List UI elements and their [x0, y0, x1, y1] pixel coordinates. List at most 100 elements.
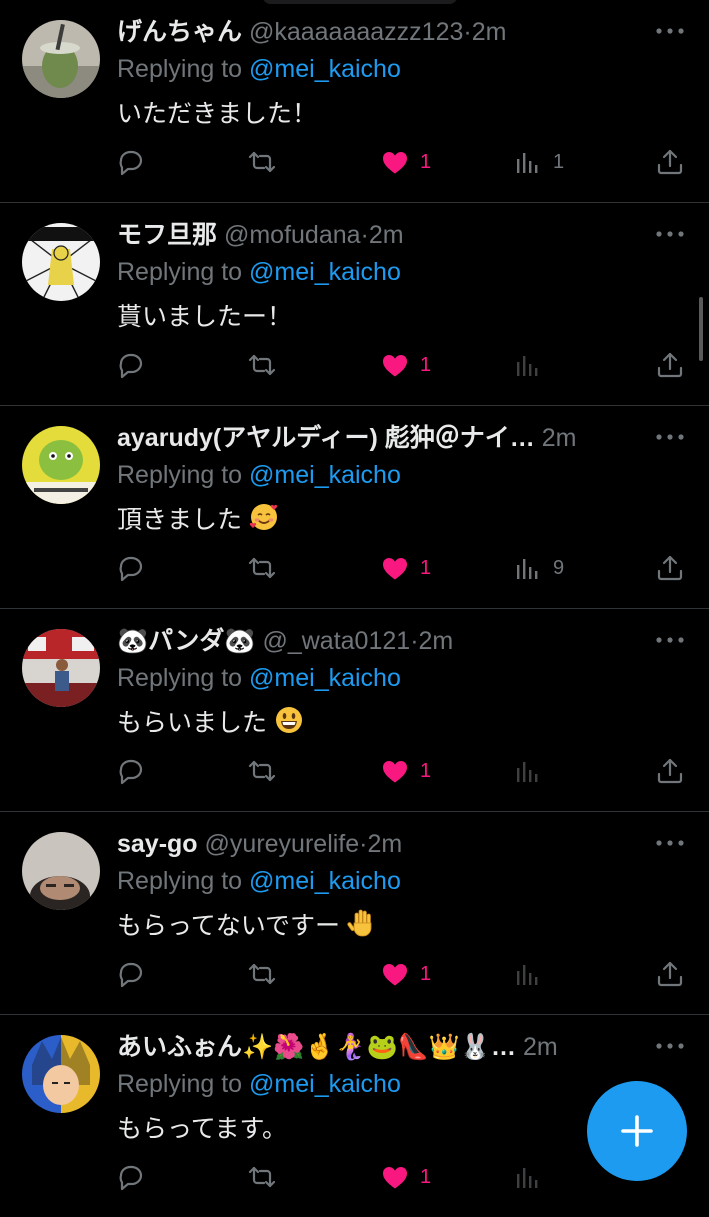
reply-icon	[119, 556, 143, 582]
reply-item[interactable]: モフ旦那 @mofudana·2m Replying to @mei_kaich…	[0, 203, 709, 406]
replying-to-line: Replying to @mei_kaicho	[117, 457, 401, 493]
scrollbar[interactable]	[699, 297, 703, 361]
heart-filled-icon	[383, 558, 407, 580]
share-icon	[657, 352, 683, 378]
more-options-icon[interactable]	[654, 1041, 686, 1051]
timestamp[interactable]: 2m	[523, 1033, 558, 1061]
like-button[interactable]: 1	[380, 751, 431, 791]
timestamp[interactable]: 2m	[369, 221, 404, 249]
share-button[interactable]	[655, 142, 685, 182]
share-button[interactable]	[655, 751, 685, 791]
like-count: 1	[420, 1165, 432, 1188]
reply-header: あいふぉん✨🌺🤞🧜‍♀️🐸👠👑🐰… 2m	[117, 1029, 558, 1065]
mention-link[interactable]: @mei_kaicho	[249, 258, 401, 286]
timestamp[interactable]: 2m	[367, 830, 402, 858]
plus-icon	[621, 1115, 653, 1147]
like-count: 1	[420, 556, 432, 579]
user-handle[interactable]: @mofudana	[224, 221, 361, 249]
reply-item[interactable]: 🐼パンダ🐼 @_wata0121·2m Replying to @mei_kai…	[0, 609, 709, 812]
like-button[interactable]: 1	[380, 548, 431, 588]
avatar[interactable]	[22, 426, 100, 504]
more-options-icon[interactable]	[654, 229, 686, 239]
like-count: 1	[420, 150, 432, 173]
reply-item[interactable]: げんちゃん @kaaaaaaazzz123·2m Replying to @me…	[0, 0, 709, 203]
replying-to-line: Replying to @mei_kaicho	[117, 660, 401, 696]
heart-filled-icon	[383, 1167, 407, 1189]
retweet-button[interactable]	[247, 345, 277, 385]
reply-icon	[119, 759, 143, 785]
like-button[interactable]: 1	[380, 142, 431, 182]
like-button[interactable]: 1	[380, 345, 431, 385]
timestamp[interactable]: 2m	[419, 627, 454, 655]
share-button[interactable]	[655, 548, 685, 588]
action-bar: 1	[0, 751, 709, 791]
more-options-icon[interactable]	[654, 26, 686, 36]
views-button[interactable]	[513, 954, 553, 994]
views-button[interactable]	[513, 1157, 553, 1197]
retweet-button[interactable]	[247, 751, 277, 791]
avatar[interactable]	[22, 832, 100, 910]
display-name[interactable]: say-go	[117, 830, 198, 858]
reply-button[interactable]	[116, 954, 146, 994]
reply-text-content: もらいました	[117, 709, 268, 737]
timestamp[interactable]: 2m	[542, 424, 577, 452]
action-bar: 1 9	[0, 548, 709, 588]
reply-button[interactable]	[116, 751, 146, 791]
retweet-button[interactable]	[247, 548, 277, 588]
avatar-anime-character-icon	[22, 1035, 100, 1113]
user-handle[interactable]: @yureyurelife	[205, 830, 360, 858]
compose-button[interactable]	[587, 1081, 687, 1181]
analytics-icon	[517, 1168, 538, 1188]
display-name[interactable]: 🐼パンダ🐼	[117, 627, 256, 655]
reply-item[interactable]: say-go @yureyurelife·2m Replying to @mei…	[0, 812, 709, 1015]
timestamp[interactable]: 2m	[472, 18, 507, 46]
display-name[interactable]: ayarudy(アヤルディー) 彪狆＠ナイ…	[117, 424, 535, 452]
like-button[interactable]: 1	[380, 954, 431, 994]
more-options-icon[interactable]	[654, 635, 686, 645]
reply-text-content: 頂きました	[117, 506, 243, 534]
reply-button[interactable]	[116, 1157, 146, 1197]
mention-link[interactable]: @mei_kaicho	[249, 664, 401, 692]
reply-button[interactable]	[116, 548, 146, 588]
views-button[interactable]	[513, 345, 553, 385]
mention-link[interactable]: @mei_kaicho	[249, 1070, 401, 1098]
retweet-button[interactable]	[247, 1157, 277, 1197]
display-name[interactable]: モフ旦那	[117, 221, 217, 249]
mention-link[interactable]: @mei_kaicho	[249, 55, 401, 83]
more-options-icon[interactable]	[654, 432, 686, 442]
display-name[interactable]: あいふぉん✨🌺🤞🧜‍♀️🐸👠👑🐰…	[117, 1033, 516, 1061]
view-count: 9	[553, 556, 565, 579]
reply-text-content: もらってないですー	[117, 912, 341, 940]
analytics-icon	[517, 356, 538, 376]
user-handle[interactable]: @_wata0121	[262, 627, 410, 655]
heart-filled-icon	[383, 964, 407, 986]
views-button[interactable]: 9	[513, 548, 564, 588]
share-button[interactable]	[655, 954, 685, 994]
views-button[interactable]	[513, 751, 553, 791]
retweet-icon	[248, 354, 276, 376]
retweet-button[interactable]	[247, 142, 277, 182]
reply-header: げんちゃん @kaaaaaaazzz123·2m	[117, 14, 506, 50]
replying-to-line: Replying to @mei_kaicho	[117, 254, 401, 290]
mention-link[interactable]: @mei_kaicho	[249, 867, 401, 895]
reply-item[interactable]: ayarudy(アヤルディー) 彪狆＠ナイ… 2m Replying to @m…	[0, 406, 709, 609]
reply-button[interactable]	[116, 345, 146, 385]
avatar[interactable]	[22, 20, 100, 98]
display-name[interactable]: げんちゃん	[117, 18, 242, 46]
retweet-icon	[248, 1166, 276, 1188]
reply-text: 頂きました	[117, 502, 279, 538]
avatar[interactable]	[22, 223, 100, 301]
user-handle[interactable]: @kaaaaaaazzz123	[249, 18, 463, 46]
replying-to-line: Replying to @mei_kaicho	[117, 1066, 401, 1102]
reply-button[interactable]	[116, 142, 146, 182]
like-button[interactable]: 1	[380, 1157, 431, 1197]
reply-icon	[119, 1165, 143, 1191]
share-button[interactable]	[655, 345, 685, 385]
avatar[interactable]	[22, 1035, 100, 1113]
more-options-icon[interactable]	[654, 838, 686, 848]
avatar[interactable]	[22, 629, 100, 707]
views-button[interactable]: 1	[513, 142, 564, 182]
share-icon	[657, 149, 683, 175]
mention-link[interactable]: @mei_kaicho	[249, 461, 401, 489]
retweet-button[interactable]	[247, 954, 277, 994]
